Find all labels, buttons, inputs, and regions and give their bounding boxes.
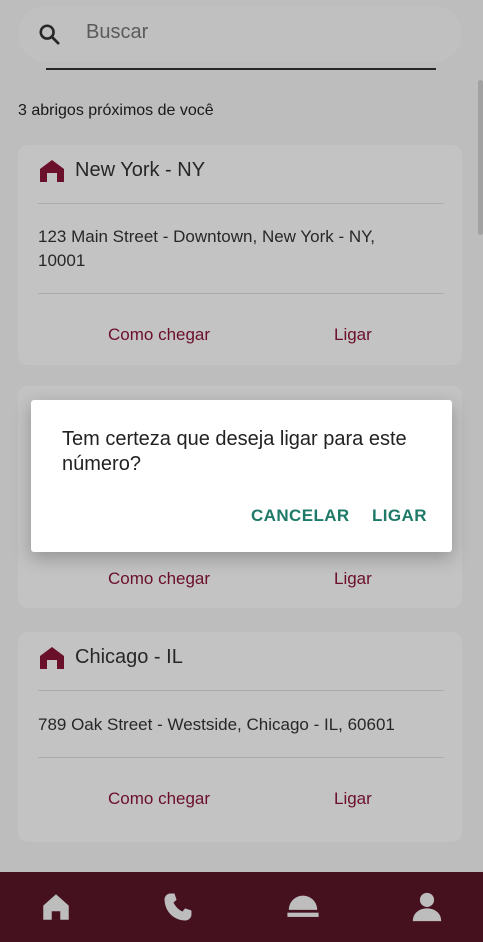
dialog-message: Tem certeza que deseja ligar para este n… (62, 428, 407, 475)
confirm-call-button[interactable]: LIGAR (368, 500, 431, 532)
confirm-call-dialog: Tem certeza que deseja ligar para este n… (31, 400, 452, 552)
app-screen: 3 abrigos próximos de você New York - NY… (0, 0, 483, 942)
cancel-button[interactable]: CANCELAR (247, 500, 354, 532)
